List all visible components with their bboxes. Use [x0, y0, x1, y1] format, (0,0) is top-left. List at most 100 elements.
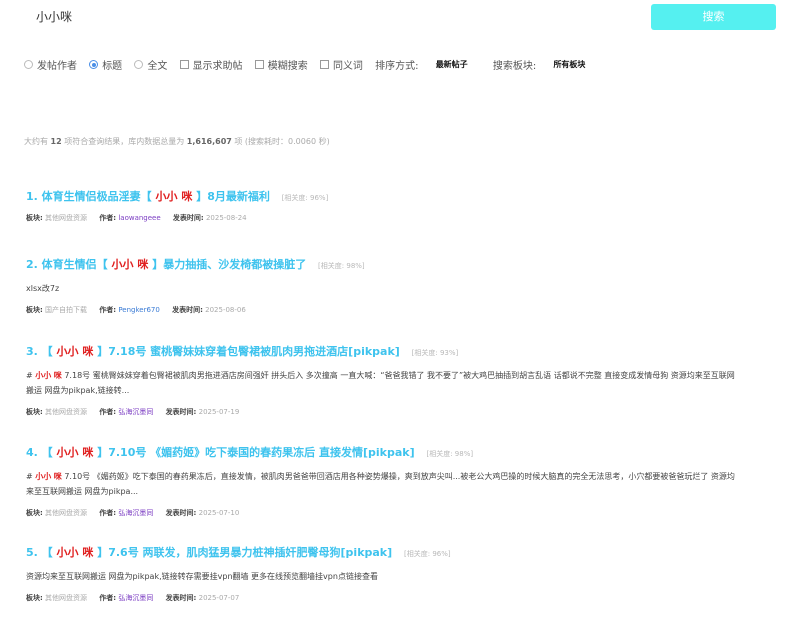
time-value: 2025-08-06: [205, 306, 246, 314]
stats-total: 1,616,607: [186, 137, 232, 146]
author-link[interactable]: 弘海沉墨同: [118, 408, 153, 416]
title-prefix: 1. 体育生情侣极品淫妻【: [26, 190, 152, 203]
time-label: 发表时间:: [165, 594, 197, 602]
snippet-text: xlsx改7z: [26, 284, 60, 293]
title-suffix: 】7.18号 蜜桃臀妹妹穿着包臀裙被肌肉男拖进酒店[pikpak]: [97, 345, 400, 358]
snippet-lead: #: [26, 472, 33, 481]
stats-suffix: 项 (搜索耗时：0.0060 秒): [234, 137, 330, 146]
time-label: 发表时间:: [172, 214, 204, 222]
board-label: 板块:: [26, 214, 43, 222]
title-suffix: 】7.6号 两联发，肌肉猛男暴力桩神插奸肥臀母狗[pikpak]: [97, 546, 393, 559]
title-suffix: 】7.10号 《媚药姬》吃下泰国的春药果冻后 直接发情[pikpak]: [97, 446, 415, 459]
search-button[interactable]: 搜索: [651, 4, 776, 30]
result-title-link[interactable]: 3. 【 小小 咪 】7.18号 蜜桃臀妹妹穿着包臀裙被肌肉男拖进酒店[pikp…: [26, 343, 766, 359]
result-title-link[interactable]: 4. 【 小小 咪 】7.10号 《媚药姬》吃下泰国的春药果冻后 直接发情[pi…: [26, 444, 766, 460]
keyword-highlight: 咪: [53, 472, 62, 481]
time-value: 2025-07-10: [198, 509, 240, 517]
checkbox-show-help[interactable]: [179, 60, 189, 69]
author-label: 作者:: [99, 509, 117, 517]
keyword-highlight: 咪: [181, 190, 193, 203]
sort-select[interactable]: 最新帖子: [436, 60, 468, 69]
title-prefix: 3. 【: [26, 345, 53, 358]
keyword-highlight: 小小: [56, 546, 79, 559]
result-item: 4. 【 小小 咪 】7.10号 《媚药姬》吃下泰国的春药果冻后 直接发情[pi…: [26, 444, 766, 518]
title-prefix: 2. 体育生情侣【: [26, 258, 108, 271]
sort-label: 排序方式:: [375, 61, 419, 72]
stats-mid: 项符合查询结果，库内数据总量为: [64, 137, 185, 146]
radio-fulltext[interactable]: [134, 60, 144, 69]
similarity-score: [相关度: 98%]: [426, 450, 474, 458]
title-prefix: 4. 【: [26, 446, 53, 459]
keyword-highlight: 小小: [35, 472, 52, 481]
time-label: 发表时间:: [165, 408, 197, 416]
board-value[interactable]: 其他网盘资源: [45, 594, 87, 602]
option-title[interactable]: 标题: [89, 57, 122, 72]
board-value[interactable]: 其他网盘资源: [45, 509, 87, 517]
scope-label: 搜索板块:: [492, 61, 537, 72]
author-label: 作者:: [99, 214, 117, 222]
option-author[interactable]: 发帖作者: [24, 57, 77, 72]
result-item: 2. 体育生情侣【 小小 咪 】暴力抽插、沙发椅都被操脏了 [相关度: 98%]…: [26, 256, 766, 315]
result-title-link[interactable]: 1. 体育生情侣极品淫妻【 小小 咪 】8月最新福利 [相关度: 96%]: [26, 188, 766, 204]
board-label: 板块:: [26, 408, 43, 416]
result-title-link[interactable]: 5. 【 小小 咪 】7.6号 两联发，肌肉猛男暴力桩神插奸肥臀母狗[pikpa…: [26, 544, 766, 560]
author-link[interactable]: 弘海沉墨同: [118, 594, 153, 602]
option-fulltext-label: 全文: [147, 61, 168, 72]
result-meta: 板块: 其他网盘资源 作者: 弘海沉墨同 发表时间: 2025-07-07: [26, 593, 766, 603]
keyword-highlight: 小小: [111, 258, 134, 271]
checkbox-synonym[interactable]: [319, 60, 329, 69]
option-synonym-label: 同义词: [332, 61, 363, 72]
keyword-highlight: 咪: [82, 546, 94, 559]
author-link[interactable]: Pengker670: [118, 306, 160, 314]
result-title-link[interactable]: 2. 体育生情侣【 小小 咪 】暴力抽插、沙发椅都被操脏了 [相关度: 98%]: [26, 256, 766, 272]
option-show-help-label: 显示求助帖: [192, 61, 243, 72]
time-value: 2025-08-24: [205, 214, 247, 222]
result-meta: 板块: 其他网盘资源 作者: 弘海沉墨同 发表时间: 2025-07-19: [26, 407, 766, 417]
time-value: 2025-07-19: [198, 408, 240, 416]
title-suffix: 】8月最新福利: [196, 190, 270, 203]
time-label: 发表时间:: [165, 509, 197, 517]
option-fuzzy-label: 模糊搜索: [267, 61, 308, 72]
option-fulltext[interactable]: 全文: [134, 57, 167, 72]
author-label: 作者:: [99, 306, 117, 314]
board-label: 板块:: [26, 509, 43, 517]
keyword-highlight: 咪: [82, 345, 94, 358]
keyword-highlight: 小小: [56, 446, 79, 459]
author-link[interactable]: 弘海沉墨同: [118, 509, 153, 517]
keyword-highlight: 小小: [35, 371, 52, 380]
scope-select[interactable]: 所有板块: [553, 60, 585, 69]
option-show-help[interactable]: 显示求助帖: [179, 57, 243, 72]
result-item: 5. 【 小小 咪 】7.6号 两联发，肌肉猛男暴力桩神插奸肥臀母狗[pikpa…: [26, 544, 766, 603]
search-options: 发帖作者 标题 全文 显示求助帖 模糊搜索 同义词 排序方式: 最新帖子 搜索板…: [24, 57, 607, 72]
snippet-text: 7.18号 蜜桃臀妹妹穿着包臀裙被肌肉男拖进酒店房间强奸 拼头后入 多次撞高 一…: [26, 371, 735, 395]
option-title-label: 标题: [102, 61, 123, 72]
checkbox-fuzzy[interactable]: [254, 60, 264, 69]
keyword-highlight: 咪: [82, 446, 94, 459]
option-synonym[interactable]: 同义词: [319, 57, 363, 72]
result-meta: 板块: 其他网盘资源 作者: laowangeee 发表时间: 2025-08-…: [26, 213, 766, 223]
board-value[interactable]: 国产自拍下载: [45, 306, 87, 314]
result-meta: 板块: 国产自拍下载 作者: Pengker670 发表时间: 2025-08-…: [26, 305, 766, 315]
similarity-score: [相关度: 98%]: [318, 262, 365, 270]
option-author-label: 发帖作者: [37, 61, 77, 72]
search-stats: 大约有 12 项符合查询结果，库内数据总量为 1,616,607 项 (搜索耗时…: [24, 136, 330, 147]
board-value[interactable]: 其他网盘资源: [45, 214, 87, 222]
radio-author[interactable]: [24, 60, 33, 69]
board-value[interactable]: 其他网盘资源: [45, 408, 87, 416]
result-snippet: # 小小 咪 7.10号 《媚药姬》吃下泰国的春药果冻后，直接发情，被肌肉男爸爸…: [26, 469, 742, 499]
search-bar: 搜索: [24, 0, 784, 34]
stats-count: 12: [50, 137, 62, 146]
author-link[interactable]: laowangeee: [118, 214, 160, 222]
similarity-score: [相关度: 96%]: [281, 194, 329, 202]
keyword-highlight: 咪: [53, 371, 62, 380]
title-suffix: 】暴力抽插、沙发椅都被操脏了: [152, 258, 307, 271]
board-label: 板块:: [26, 594, 43, 602]
result-item: 1. 体育生情侣极品淫妻【 小小 咪 】8月最新福利 [相关度: 96%] 板块…: [26, 188, 766, 223]
title-prefix: 5. 【: [26, 546, 53, 559]
option-fuzzy[interactable]: 模糊搜索: [254, 57, 308, 72]
search-input[interactable]: [24, 0, 636, 32]
snippet-text: 资源均来至互联网搬运 网盘为pikpak,链接转存需要挂vpn翻墙 更多在线预览…: [26, 572, 378, 581]
snippet-text: 7.10号 《媚药姬》吃下泰国的春药果冻后，直接发情，被肌肉男爸爸带回酒店用各种…: [26, 472, 735, 496]
radio-title[interactable]: [89, 60, 99, 69]
similarity-score: [相关度: 96%]: [404, 550, 451, 558]
